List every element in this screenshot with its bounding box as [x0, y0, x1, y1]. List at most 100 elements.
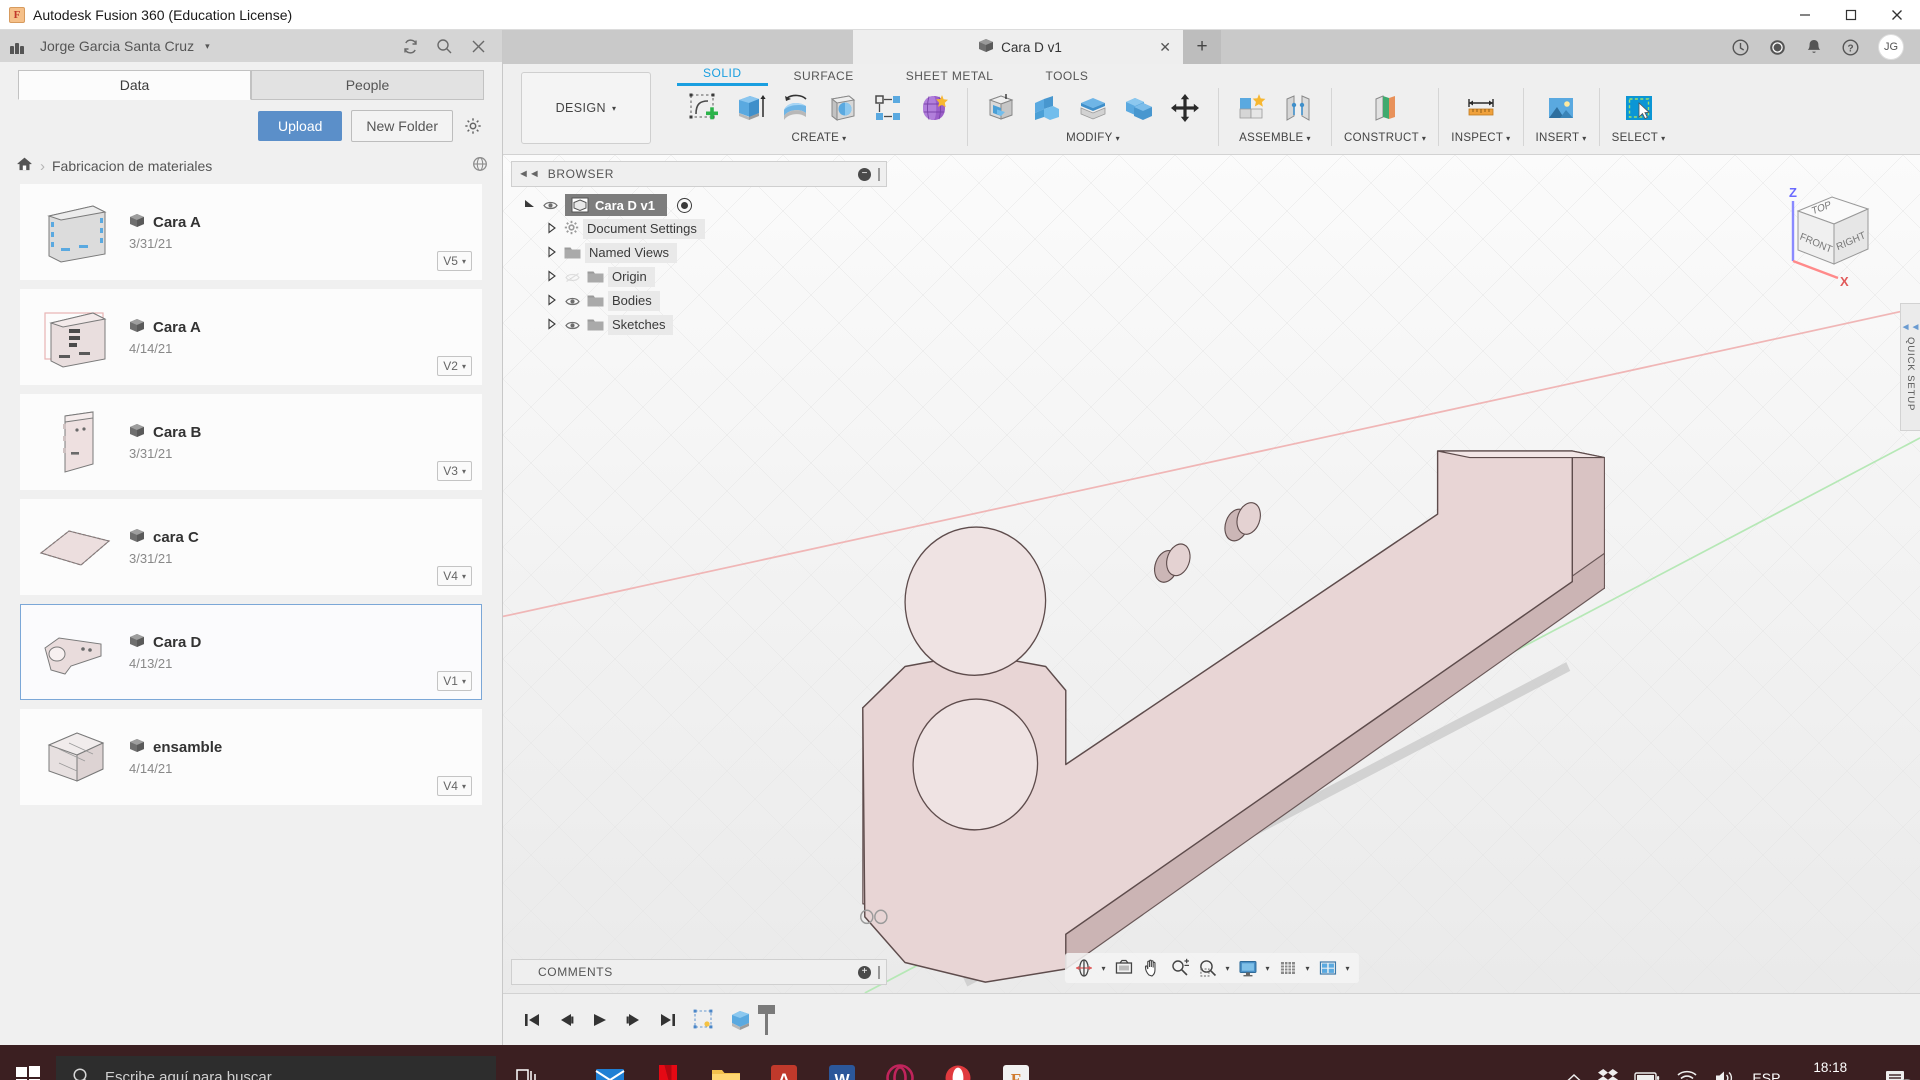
chevron-down-icon[interactable]: ▾ [1303, 964, 1313, 973]
version-badge[interactable]: V1 ▾ [437, 671, 472, 691]
sketch-feature-icon[interactable] [687, 1003, 721, 1037]
expand-arrow-icon[interactable] [545, 222, 558, 236]
chevron-down-icon[interactable]: ▾ [205, 41, 210, 52]
file-list[interactable]: Cara A 3/31/21 V5 ▾ Cara A 4/14/21 V2 ▾ … [0, 184, 502, 1045]
quick-setup-tab[interactable]: ◄◄ QUICK SETUP [1900, 303, 1920, 431]
maximize-button[interactable] [1828, 0, 1874, 30]
insert-image-icon[interactable] [1540, 88, 1582, 128]
collapse-icon[interactable]: ◄◄ [518, 168, 540, 180]
expand-arrow-icon[interactable] [545, 246, 558, 260]
globe-icon[interactable] [472, 156, 488, 176]
fit-icon[interactable] [1194, 955, 1220, 981]
tab-people[interactable]: People [251, 70, 484, 100]
timeline-marker[interactable] [758, 1004, 775, 1035]
action-center-icon[interactable]: 6 [1880, 1063, 1915, 1080]
resize-grip[interactable] [878, 965, 880, 979]
clock[interactable]: 18:18 15/04/2021 [1796, 1059, 1864, 1080]
pattern-icon[interactable] [867, 88, 909, 128]
shell-icon[interactable] [1072, 88, 1114, 128]
list-item[interactable]: Cara D 4/13/21 V1 ▾ [20, 604, 482, 700]
step-back-icon[interactable] [551, 1005, 581, 1035]
word-app-icon[interactable]: W [816, 1050, 868, 1080]
show-hidden-icons-chevron[interactable] [1566, 1072, 1582, 1080]
version-badge[interactable]: V3 ▾ [437, 461, 472, 481]
chevron-down-icon[interactable]: ▾ [1222, 964, 1232, 973]
pan-icon[interactable] [1138, 955, 1164, 981]
view-cube[interactable]: Z X TOP FRONT RIGHT [1776, 183, 1886, 293]
chevron-down-icon[interactable]: ▾ [1262, 964, 1272, 973]
breadcrumb-folder[interactable]: Fabricacion de materiales [52, 158, 212, 174]
version-badge[interactable]: V2 ▾ [437, 356, 472, 376]
look-at-icon[interactable] [1110, 955, 1136, 981]
user-name-label[interactable]: Jorge Garcia Santa Cruz [40, 38, 194, 54]
workspace-switcher[interactable]: DESIGN ▾ [521, 72, 651, 144]
joint-icon[interactable] [1277, 88, 1319, 128]
move-copy-icon[interactable] [1164, 88, 1206, 128]
visibility-eye-icon[interactable] [564, 317, 581, 334]
press-pull-icon[interactable] [980, 88, 1022, 128]
task-view-icon[interactable] [496, 1067, 556, 1080]
play-icon[interactable] [585, 1005, 615, 1035]
select-window-icon[interactable] [1618, 88, 1660, 128]
search-input[interactable]: Escribe aquí para buscar [56, 1055, 496, 1080]
list-item[interactable]: ensamble 4/14/21 V4 ▾ [20, 709, 482, 805]
job-status-icon[interactable] [1731, 38, 1750, 57]
close-button[interactable] [1874, 0, 1920, 30]
new-folder-button[interactable]: New Folder [351, 110, 453, 142]
tab-data[interactable]: Data [18, 70, 251, 100]
chevron-down-icon[interactable]: ▾ [1343, 964, 1353, 973]
upload-button[interactable]: Upload [258, 111, 343, 141]
recent-documents-icon[interactable] [1768, 38, 1787, 57]
list-item[interactable]: cara C 3/31/21 V4 ▾ [20, 499, 482, 595]
tree-node[interactable]: Document Settings [523, 217, 887, 241]
windows-start-icon[interactable] [0, 1065, 56, 1080]
battery-icon[interactable] [1634, 1071, 1660, 1080]
version-badge[interactable]: V4 ▾ [437, 566, 472, 586]
dropbox-icon[interactable] [1598, 1068, 1619, 1080]
expand-arrow-icon[interactable] [545, 318, 558, 332]
go-to-end-icon[interactable] [653, 1005, 683, 1035]
add-comment-icon[interactable]: + [858, 965, 871, 979]
viewport-layout-icon[interactable] [1315, 955, 1341, 981]
close-icon[interactable]: ✕ [1159, 39, 1171, 56]
netflix-app-icon[interactable] [642, 1050, 694, 1080]
expand-arrow-icon[interactable] [545, 294, 558, 308]
mail-app-icon[interactable] [584, 1050, 636, 1080]
avatar[interactable]: JG [1878, 34, 1904, 60]
refresh-icon[interactable] [400, 36, 420, 56]
offset-plane-icon[interactable] [1364, 88, 1406, 128]
autodesk-app-icon[interactable]: A [758, 1050, 810, 1080]
create-sketch-icon[interactable] [683, 88, 725, 128]
new-tab-button[interactable]: + [1183, 30, 1221, 64]
step-forward-icon[interactable] [619, 1005, 649, 1035]
close-panel-icon[interactable] [468, 36, 488, 56]
tree-node[interactable]: Bodies [523, 289, 887, 313]
tree-node[interactable]: Origin [523, 265, 887, 289]
list-item[interactable]: Cara A 3/31/21 V5 ▾ [20, 184, 482, 280]
notifications-bell-icon[interactable] [1805, 38, 1823, 57]
browser-tree[interactable]: Cara D v1 Document Settings Named Views Ori… [511, 187, 887, 337]
wifi-icon[interactable] [1676, 1069, 1698, 1080]
fillet-icon[interactable] [1026, 88, 1068, 128]
document-tab[interactable]: Cara D v1 ✕ [853, 30, 1183, 64]
grid-snaps-icon[interactable] [1275, 955, 1301, 981]
tree-node[interactable]: Cara D v1 [523, 193, 887, 217]
tree-node[interactable]: Named Views [523, 241, 887, 265]
gear-icon[interactable] [462, 115, 484, 137]
chevron-down-icon[interactable]: ▾ [1098, 964, 1108, 973]
volume-icon[interactable] [1714, 1069, 1736, 1080]
fusion360-icon[interactable]: F [990, 1050, 1042, 1080]
ribbon-tab-surface[interactable]: SURFACE [768, 69, 880, 86]
list-item[interactable]: Cara A 4/14/21 V2 ▾ [20, 289, 482, 385]
tree-node[interactable]: Sketches [523, 313, 887, 337]
ribbon-tab-tools[interactable]: TOOLS [1019, 69, 1114, 86]
activate-component-radio[interactable] [676, 197, 692, 213]
minimize-browser-icon[interactable]: − [858, 167, 871, 181]
opera-icon[interactable] [932, 1050, 984, 1080]
extrude-icon[interactable] [729, 88, 771, 128]
expand-arrow-icon[interactable] [523, 198, 536, 212]
file-explorer-icon[interactable] [700, 1050, 752, 1080]
expand-arrow-icon[interactable] [545, 270, 558, 284]
search-icon[interactable] [434, 36, 454, 56]
ribbon-tab-solid[interactable]: SOLID [677, 66, 768, 86]
